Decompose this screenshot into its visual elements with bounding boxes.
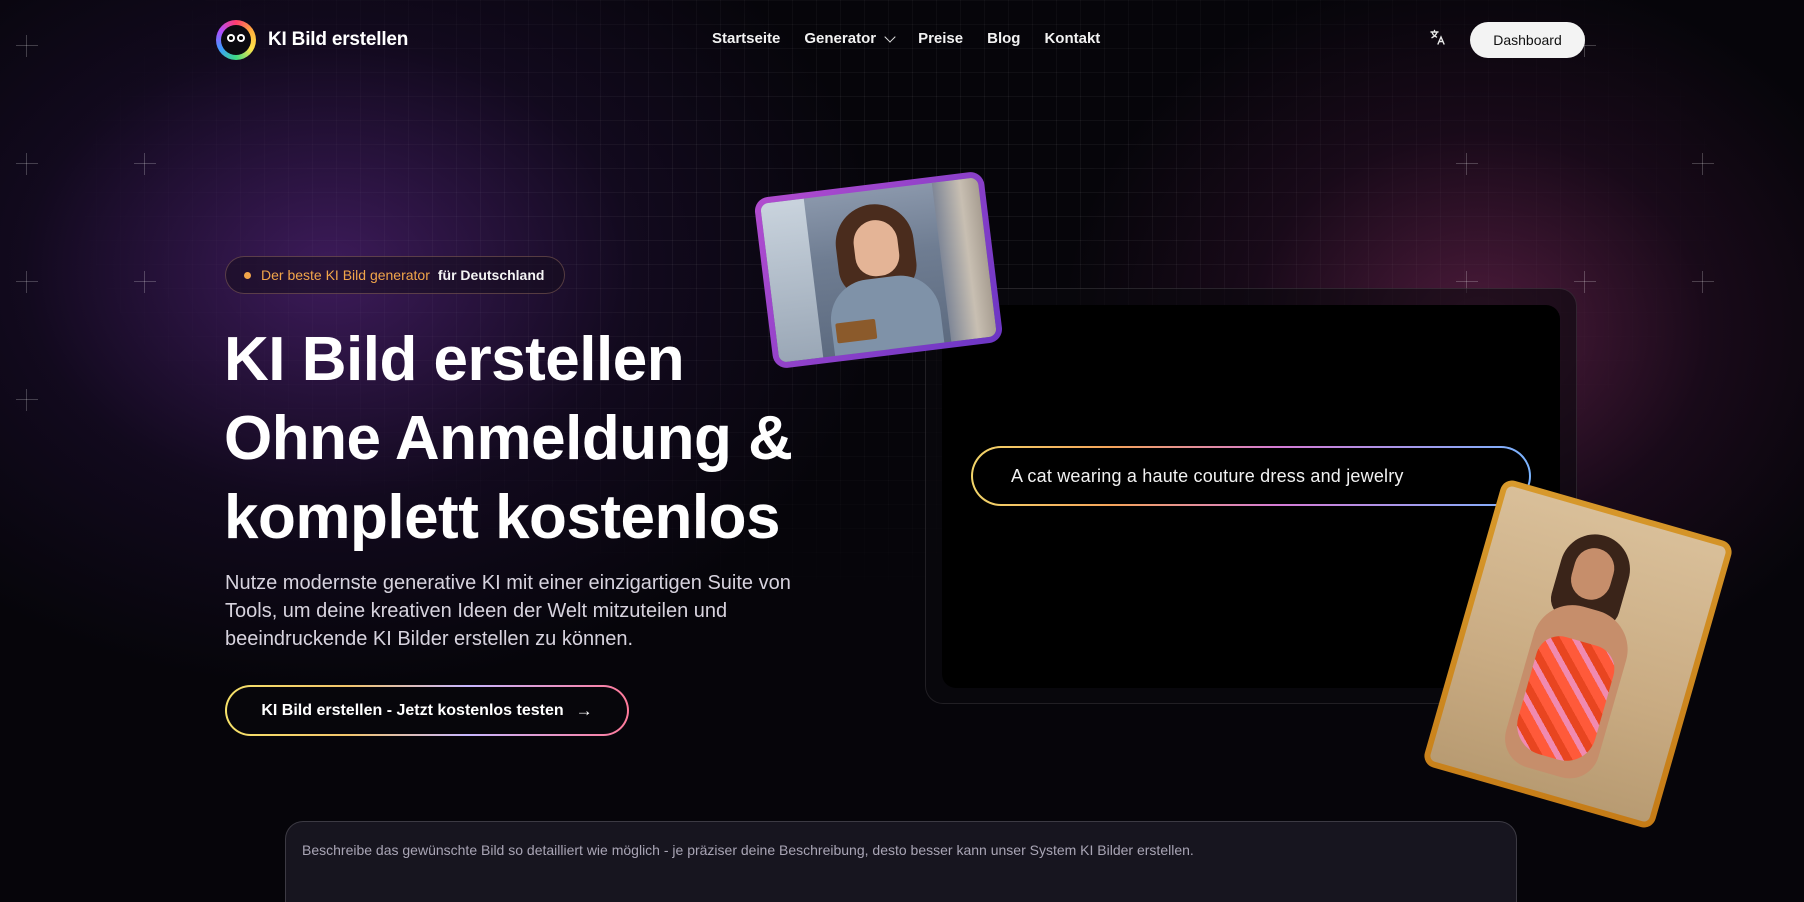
- nav-item-preise[interactable]: Preise: [918, 30, 963, 47]
- grid-plus-marker: [1456, 153, 1478, 175]
- woman-in-sweater-photo: [753, 170, 1004, 370]
- grid-plus-marker: [134, 153, 156, 175]
- nav-item-startseite[interactable]: Startseite: [712, 30, 780, 47]
- grid-plus-marker: [1574, 271, 1596, 293]
- hero-title-line: Ohne Anmeldung &: [224, 404, 793, 473]
- nav-item-kontakt[interactable]: Kontakt: [1044, 30, 1100, 47]
- nav-item-label: Preise: [918, 30, 964, 47]
- brand-name: KI Bild erstellen: [268, 29, 409, 50]
- main-menu: Startseite Generator Preise Blog Kontakt: [712, 30, 1100, 47]
- brand-logo-link[interactable]: KI Bild erstellen: [216, 20, 408, 60]
- translate-icon[interactable]: [1430, 29, 1446, 49]
- hero-title-line: KI Bild erstellen: [224, 325, 685, 394]
- badge-highlight-text: Der beste KI Bild generator: [261, 267, 430, 283]
- nav-item-label: Kontakt: [1044, 30, 1101, 47]
- nav-item-blog[interactable]: Blog: [987, 30, 1020, 47]
- cta-label: KI Bild erstellen - Jetzt kostenlos test…: [261, 701, 564, 719]
- badge-dot-icon: [244, 271, 251, 279]
- grid-plus-marker: [1692, 271, 1714, 293]
- top-navigation: KI Bild erstellen Startseite Generator P…: [0, 0, 1804, 80]
- grid-plus-marker: [16, 153, 38, 175]
- textarea-placeholder: Beschreibe das gewünschte Bild so detail…: [302, 842, 1194, 858]
- showcase-prompt-pill: A cat wearing a haute couture dress and …: [971, 446, 1531, 506]
- nav-item-label: Blog: [987, 30, 1021, 47]
- hero-title-line: komplett kostenlos: [224, 483, 781, 552]
- hero-title: KI Bild erstellen Ohne Anmeldung & kompl…: [224, 320, 793, 557]
- hero-subtitle: Nutze modernste generative KI mit einer …: [225, 572, 791, 650]
- googly-eyes-logo-icon: [216, 20, 256, 60]
- grid-plus-marker: [16, 389, 38, 411]
- grid-plus-marker: [1692, 153, 1714, 175]
- cta-try-free-button[interactable]: KI Bild erstellen - Jetzt kostenlos test…: [225, 685, 629, 736]
- grid-plus-marker: [16, 271, 38, 293]
- chevron-down-icon: [884, 30, 896, 43]
- nav-item-label: Generator: [804, 30, 877, 47]
- grid-plus-marker: [134, 271, 156, 293]
- badge-rest-text: für Deutschland: [437, 267, 545, 283]
- hero-badge: Der beste KI Bild generator für Deutschl…: [225, 256, 566, 294]
- image-description-textarea[interactable]: Beschreibe das gewünschte Bild so detail…: [285, 821, 1517, 902]
- showcase-prompt-text: A cat wearing a haute couture dress and …: [973, 448, 1529, 504]
- nav-item-label: Startseite: [712, 30, 781, 47]
- dashboard-button[interactable]: Dashboard: [1470, 22, 1585, 58]
- arrow-right-icon: →: [575, 700, 593, 720]
- nav-item-generator[interactable]: Generator: [804, 30, 896, 47]
